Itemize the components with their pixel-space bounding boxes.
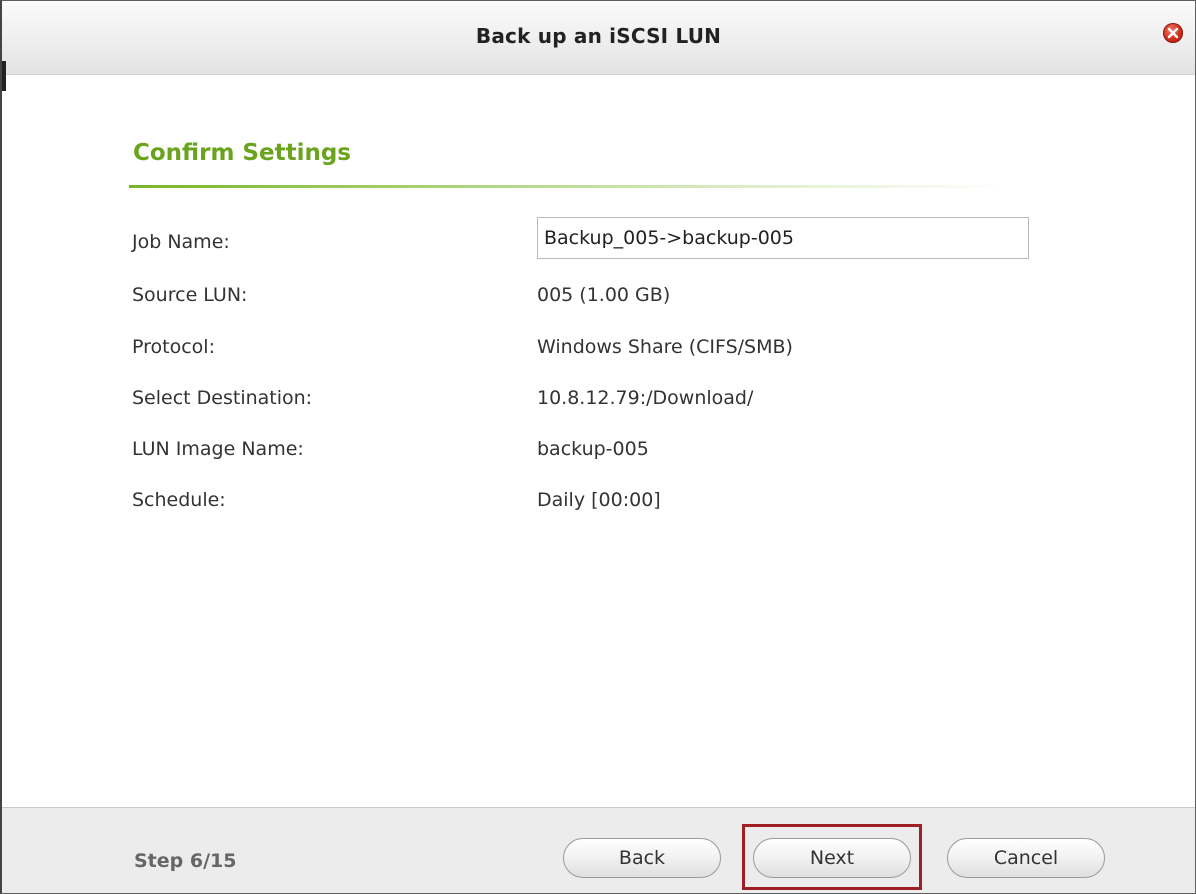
dialog-footer: Step 6/15 Back Next Cancel	[2, 807, 1195, 893]
protocol-label: Protocol:	[132, 336, 215, 358]
schedule-value: Daily [00:00]	[537, 489, 661, 511]
step-indicator: Step 6/15	[134, 850, 237, 872]
field-row-job-name: Job Name:	[132, 217, 1112, 271]
destination-value: 10.8.12.79:/Download/	[537, 387, 754, 409]
window-edge-accent	[2, 61, 6, 91]
field-row-schedule: Schedule: Daily [00:00]	[132, 489, 1112, 529]
source-lun-label: Source LUN:	[132, 284, 248, 306]
field-row-protocol: Protocol: Windows Share (CIFS/SMB)	[132, 336, 1112, 376]
image-name-value: backup-005	[537, 438, 649, 460]
destination-label: Select Destination:	[132, 387, 313, 409]
next-button[interactable]: Next	[753, 838, 911, 878]
schedule-label: Schedule:	[132, 489, 226, 511]
job-name-input[interactable]	[537, 217, 1029, 259]
source-lun-value: 005 (1.00 GB)	[537, 284, 671, 306]
dialog-title-bar[interactable]: Back up an iSCSI LUN	[2, 1, 1195, 75]
backup-lun-dialog: Back up an iSCSI LUN Confirm Settings Jo…	[0, 0, 1196, 894]
field-row-destination: Select Destination: 10.8.12.79:/Download…	[132, 387, 1112, 427]
image-name-label: LUN Image Name:	[132, 438, 304, 460]
field-row-source-lun: Source LUN: 005 (1.00 GB)	[132, 284, 1112, 324]
section-title: Confirm Settings	[133, 140, 351, 166]
back-button[interactable]: Back	[563, 838, 721, 878]
close-x-glyph	[1167, 27, 1179, 39]
job-name-label: Job Name:	[132, 231, 230, 253]
cancel-button[interactable]: Cancel	[947, 838, 1105, 878]
protocol-value: Windows Share (CIFS/SMB)	[537, 336, 793, 358]
dialog-title: Back up an iSCSI LUN	[475, 24, 722, 48]
close-icon[interactable]	[1163, 23, 1183, 43]
field-row-image-name: LUN Image Name: backup-005	[132, 438, 1112, 478]
section-divider	[129, 185, 1009, 188]
